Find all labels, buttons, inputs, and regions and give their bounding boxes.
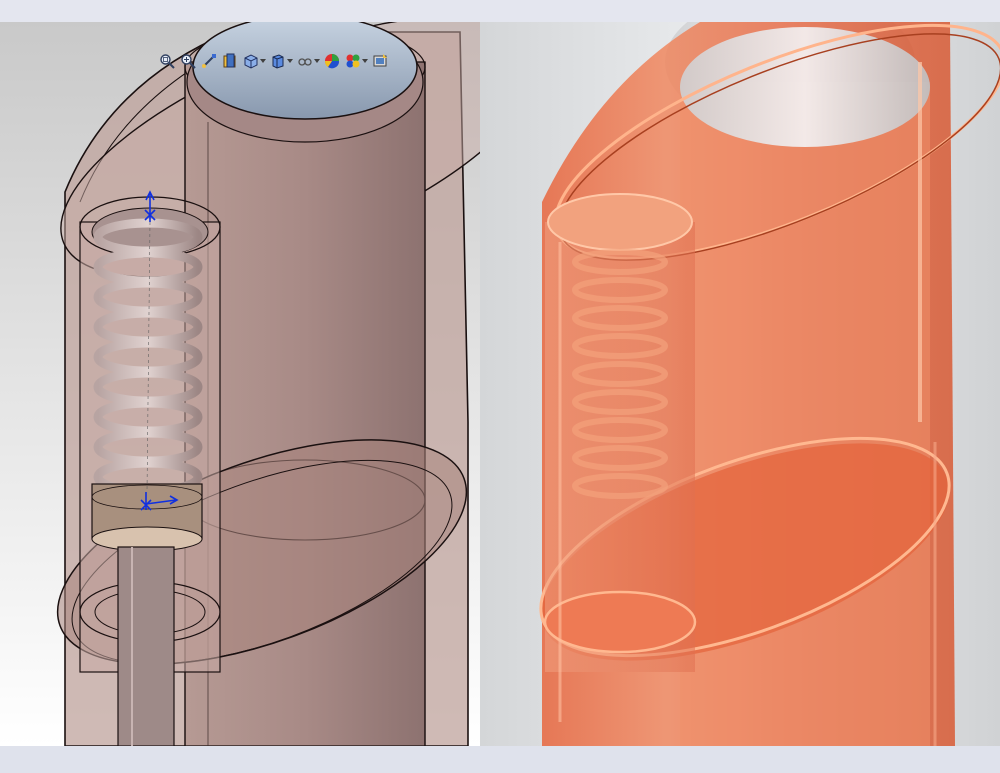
bottom-frame-strip xyxy=(0,746,1000,773)
cad-graphics-area[interactable] xyxy=(0,22,480,746)
view-orientation-icon xyxy=(244,54,258,69)
section-view-icon xyxy=(223,53,236,68)
hide-show-items-button[interactable] xyxy=(296,52,314,70)
zoom-to-fit-button[interactable] xyxy=(158,52,176,70)
view-orientation-dropdown[interactable] xyxy=(260,52,266,70)
top-frame-strip xyxy=(0,0,1000,22)
chevron-down-icon xyxy=(260,59,266,63)
zoom-to-fit-icon xyxy=(160,54,175,69)
previous-view-button[interactable] xyxy=(200,52,218,70)
zoom-to-area-icon xyxy=(181,54,196,69)
apply-scene-dropdown[interactable] xyxy=(362,52,368,70)
render-model-canvas xyxy=(480,22,1000,746)
render-preview-area xyxy=(480,22,1000,746)
apply-scene-button[interactable] xyxy=(344,52,362,70)
section-view-button[interactable] xyxy=(221,52,239,70)
apply-scene-icon xyxy=(346,54,360,68)
chevron-down-icon xyxy=(287,59,293,63)
hide-show-items-icon xyxy=(298,58,312,66)
cad-model-canvas xyxy=(0,22,480,746)
view-settings-icon xyxy=(373,54,387,67)
display-style-button[interactable] xyxy=(269,52,287,70)
display-style-icon xyxy=(272,54,284,69)
view-orientation-button[interactable] xyxy=(242,52,260,70)
view-settings-button[interactable] xyxy=(371,52,389,70)
hide-show-items-dropdown[interactable] xyxy=(314,52,320,70)
guide-pin xyxy=(117,546,175,746)
previous-view-icon xyxy=(202,54,216,68)
heads-up-view-toolbar xyxy=(158,50,389,72)
edit-appearance-button[interactable] xyxy=(323,52,341,70)
chevron-down-icon xyxy=(362,59,368,63)
zoom-to-area-button[interactable] xyxy=(179,52,197,70)
display-style-dropdown[interactable] xyxy=(287,52,293,70)
edit-appearance-icon xyxy=(324,54,340,69)
chevron-down-icon xyxy=(314,59,320,63)
